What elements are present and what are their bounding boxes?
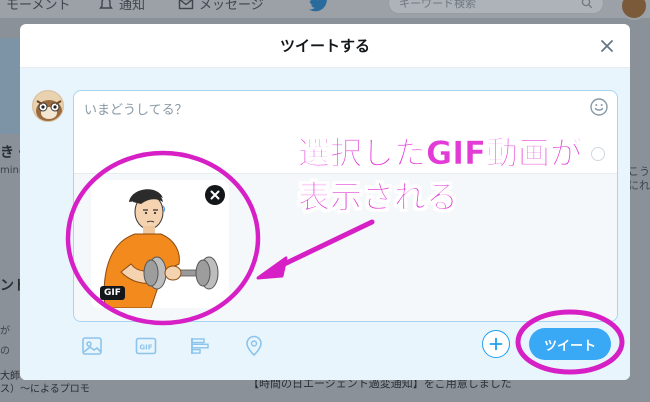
annotation-line-2: 表示される <box>298 178 459 217</box>
nav-moments[interactable]: モーメント <box>6 0 70 13</box>
poll-icon[interactable] <box>188 334 212 358</box>
composer-toolbar: GIF <box>80 334 266 358</box>
location-icon[interactable] <box>242 334 266 358</box>
remove-gif-button[interactable] <box>205 185 225 205</box>
add-tweet-button[interactable] <box>482 330 510 358</box>
remove-media-icon <box>210 190 220 200</box>
profile-card-banner <box>0 38 20 134</box>
left-small-2: が <box>0 326 10 337</box>
nav-messages-label: メッセージ <box>199 0 264 13</box>
nav-messages[interactable]: メッセージ <box>178 0 264 13</box>
svg-text:GIF: GIF <box>139 344 152 352</box>
envelope-icon <box>178 0 194 9</box>
bell-icon <box>99 0 113 9</box>
search-box[interactable]: キーワード検索 <box>388 0 604 14</box>
gif-icon[interactable]: GIF <box>134 334 158 358</box>
annotation-line-1: 選択したGIF動画が <box>298 134 583 173</box>
tweet-placeholder: いまどうしてる？ <box>84 103 188 118</box>
right-column-text: こうにれ <box>628 165 650 192</box>
gif-badge: GIF <box>100 286 125 300</box>
modal-body: いまどうしてる？ GIF GIF ツイート <box>20 68 630 380</box>
search-icon <box>581 0 593 9</box>
emoji-icon[interactable] <box>589 97 609 117</box>
plus-icon <box>489 337 503 351</box>
character-counter <box>591 147 605 161</box>
user-avatar <box>32 90 64 122</box>
nav-notifications-label: 通知 <box>119 0 146 13</box>
image-icon[interactable] <box>80 334 104 358</box>
close-icon[interactable] <box>598 37 616 55</box>
search-placeholder: キーワード検索 <box>399 0 476 10</box>
modal-title: ツイートする <box>279 37 370 55</box>
gif-thumbnail[interactable]: GIF <box>91 180 229 308</box>
tweet-button[interactable]: ツイート <box>529 328 611 360</box>
left-small: mini <box>0 165 22 176</box>
left-small-3: の <box>0 346 10 357</box>
twitter-bird-icon[interactable] <box>308 0 330 13</box>
nav-notifications[interactable]: 通知 <box>98 0 145 13</box>
nav-moments-label: モーメント <box>6 0 71 13</box>
modal-header: ツイートする <box>20 24 630 68</box>
